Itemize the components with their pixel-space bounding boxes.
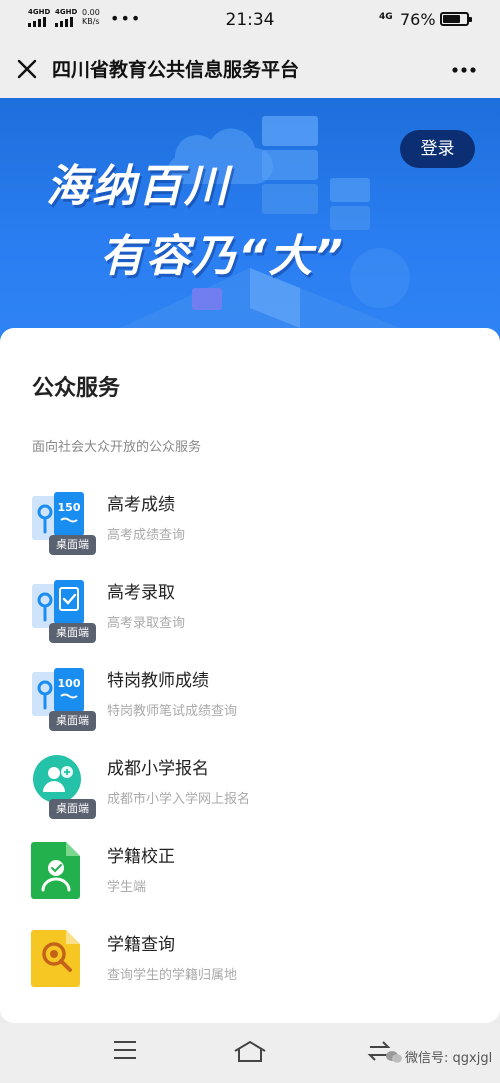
service-desc: 特岗教师笔试成绩查询 bbox=[107, 704, 238, 719]
service-item-student-record-search[interactable]: 学籍查询 查询学生的学籍归属地 bbox=[0, 928, 500, 1008]
service-item-teacher-score[interactable]: 100 桌面端 特岗教师成绩 特岗教师笔试成绩查询 bbox=[0, 664, 500, 744]
home-icon bbox=[234, 1040, 266, 1062]
wechat-watermark: 微信号: qgxjgl bbox=[386, 1047, 492, 1066]
desktop-badge: 桌面端 bbox=[49, 711, 96, 731]
teacher-score-icon-number: 100 bbox=[58, 677, 81, 690]
more-icon bbox=[452, 67, 476, 73]
nav-bar: 四川省教育公共信息服务平台 bbox=[0, 40, 500, 98]
service-item-student-record-correction[interactable]: 学籍校正 学生端 bbox=[0, 840, 500, 920]
service-name: 成都小学报名 bbox=[107, 759, 209, 779]
login-button[interactable]: 登录 bbox=[400, 130, 475, 168]
service-desc: 查询学生的学籍归属地 bbox=[107, 968, 238, 983]
service-desc: 学生端 bbox=[107, 880, 147, 895]
service-desc: 高考成绩查询 bbox=[107, 528, 186, 543]
close-button[interactable] bbox=[12, 54, 42, 84]
section-title: 公众服务 bbox=[32, 376, 121, 401]
page-title: 四川省教育公共信息服务平台 bbox=[52, 59, 300, 81]
score-icon-number: 150 bbox=[58, 501, 81, 514]
desktop-badge: 桌面端 bbox=[49, 623, 96, 643]
banner-slogan-line1: 海纳百川 bbox=[46, 161, 230, 212]
student-record-correction-icon bbox=[30, 840, 96, 906]
menu-button[interactable] bbox=[112, 1039, 138, 1065]
public-services-card: 公众服务 面向社会大众开放的公众服务 150 桌面端 高考成绩 高考成绩查询 桌… bbox=[0, 328, 500, 1023]
service-name: 高考录取 bbox=[107, 583, 175, 603]
home-button[interactable] bbox=[232, 1039, 268, 1067]
battery-icon bbox=[440, 12, 472, 26]
student-record-search-icon bbox=[30, 928, 96, 994]
desktop-badge: 桌面端 bbox=[49, 535, 96, 555]
menu-icon bbox=[114, 1041, 136, 1059]
more-button[interactable] bbox=[448, 58, 480, 82]
service-desc: 成都市小学入学网上报名 bbox=[107, 792, 251, 807]
watermark-text: 微信号: qgxjgl bbox=[405, 1051, 493, 1066]
service-name: 高考成绩 bbox=[107, 495, 175, 515]
service-item-gaokao-admission[interactable]: 桌面端 高考录取 高考录取查询 bbox=[0, 576, 500, 656]
banner-slogan-line2: 有容乃“大” bbox=[100, 231, 345, 282]
wechat-icon bbox=[386, 1050, 402, 1063]
network-type: 4G bbox=[379, 12, 393, 22]
status-bar: 4GHD 4GHD 0.00 KB/s ••• 21:34 4G 76% bbox=[0, 0, 500, 40]
service-desc: 高考录取查询 bbox=[107, 616, 186, 631]
service-name: 特岗教师成绩 bbox=[107, 671, 209, 691]
hero-banner: 海纳百川 有容乃“大” 登录 bbox=[0, 98, 500, 348]
desktop-badge: 桌面端 bbox=[49, 799, 96, 819]
battery-percent: 76% bbox=[400, 10, 436, 29]
service-name: 学籍查询 bbox=[107, 935, 175, 955]
close-icon bbox=[17, 59, 37, 79]
service-item-chengdu-enroll[interactable]: 桌面端 成都小学报名 成都市小学入学网上报名 bbox=[0, 752, 500, 832]
section-subtitle: 面向社会大众开放的公众服务 bbox=[32, 440, 202, 455]
system-nav-bar: 微信号: qgxjgl bbox=[0, 1023, 500, 1083]
service-name: 学籍校正 bbox=[107, 847, 175, 867]
service-item-gaokao-score[interactable]: 150 桌面端 高考成绩 高考成绩查询 bbox=[0, 488, 500, 568]
